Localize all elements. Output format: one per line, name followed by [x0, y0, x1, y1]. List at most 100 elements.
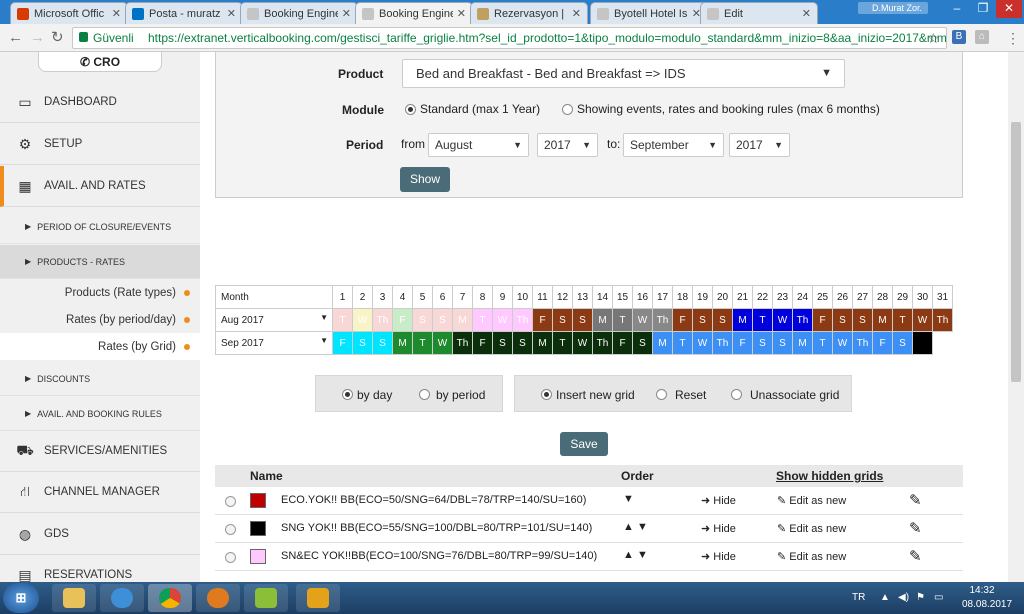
sidebar-rate-link[interactable]: Products (Rate types)	[0, 279, 200, 306]
insert-new-grid-radio[interactable]	[541, 389, 552, 400]
unassociate-grid-radio[interactable]	[731, 389, 742, 400]
from-month-select[interactable]: August ▼	[428, 133, 529, 157]
day-cell[interactable]: W	[352, 308, 373, 332]
edit-as-new-link[interactable]: ✎ Edit as new	[777, 550, 846, 563]
show-hidden-grids-link[interactable]: Show hidden grids	[776, 469, 883, 483]
sidebar-item[interactable]: ▤ RESERVATIONS	[0, 555, 200, 583]
day-cell[interactable]: S	[752, 331, 773, 355]
day-cell[interactable]: Th	[932, 308, 953, 332]
sidebar-rate-link[interactable]: Rates (by period/day)	[0, 306, 200, 333]
url-text[interactable]: https://extranet.verticalbooking.com/ges…	[148, 28, 946, 48]
sidebar-item[interactable]: ▦ AVAIL. AND RATES	[0, 166, 200, 207]
bookmark-star-icon[interactable]: ☆	[927, 28, 940, 48]
sidebar-subitem[interactable]: ▶ PRODUCTS - RATES	[0, 245, 200, 279]
day-cell[interactable]: F	[332, 331, 353, 355]
language-indicator[interactable]: TR	[852, 582, 865, 614]
day-cell[interactable]: S	[892, 331, 913, 355]
day-cell[interactable]: F	[472, 331, 493, 355]
edit-icon[interactable]: ✎	[909, 519, 922, 537]
close-tab-icon[interactable]: ✕	[227, 7, 236, 20]
hide-link[interactable]: ➜ Hide	[701, 494, 736, 507]
day-cell[interactable]: S	[412, 308, 433, 332]
sidebar-item[interactable]: ▭ DASHBOARD	[0, 82, 200, 123]
day-cell[interactable]: S	[712, 308, 733, 332]
browser-tab[interactable]: Booking Engine ✕	[240, 2, 358, 24]
day-cell[interactable]: S	[852, 308, 873, 332]
module-standard-radio[interactable]	[405, 104, 416, 115]
day-cell[interactable]: F	[392, 308, 413, 332]
day-cell[interactable]: S	[832, 308, 853, 332]
extension-icon[interactable]: B	[952, 30, 966, 44]
month-select[interactable]: Aug 2017 ▼	[215, 308, 333, 332]
sidebar-item[interactable]: ⛟ SERVICES/AMENITIES	[0, 431, 200, 472]
day-cell[interactable]: Th	[372, 308, 393, 332]
day-cell[interactable]: T	[472, 308, 493, 332]
grid-select-radio[interactable]	[225, 552, 236, 563]
close-tab-icon[interactable]: ✕	[112, 7, 121, 20]
ie-taskbar-button[interactable]	[100, 584, 144, 612]
media-player-taskbar-button[interactable]	[196, 584, 240, 612]
tray-expand-icon[interactable]: ▲	[880, 582, 890, 614]
day-cell[interactable]: S	[432, 308, 453, 332]
volume-icon[interactable]: ◀)	[898, 582, 909, 614]
maximize-button[interactable]: ❐	[970, 0, 996, 18]
edit-as-new-link[interactable]: ✎ Edit as new	[777, 522, 846, 535]
sidebar-item[interactable]: ◍ GDS	[0, 514, 200, 555]
from-year-select[interactable]: 2017 ▼	[537, 133, 598, 157]
menu-icon[interactable]: ⋮	[1006, 28, 1020, 48]
day-cell[interactable]: T	[412, 331, 433, 355]
day-cell[interactable]: T	[892, 308, 913, 332]
to-year-select[interactable]: 2017 ▼	[729, 133, 790, 157]
browser-tab[interactable]: Microsoft Offic ✕	[10, 2, 128, 24]
day-cell[interactable]: M	[732, 308, 753, 332]
browser-tab[interactable]: Booking Engine ✕	[355, 2, 473, 24]
close-tab-icon[interactable]: ✕	[457, 7, 466, 20]
day-cell[interactable]: F	[812, 308, 833, 332]
day-cell[interactable]: S	[572, 308, 593, 332]
day-cell[interactable]: Th	[712, 331, 733, 355]
day-cell[interactable]: T	[752, 308, 773, 332]
sidebar-subitem[interactable]: ▶ PERIOD OF CLOSURE/EVENTS	[0, 210, 200, 244]
by-day-radio[interactable]	[342, 389, 353, 400]
day-cell[interactable]: M	[652, 331, 673, 355]
by-period-radio[interactable]	[419, 389, 430, 400]
day-cell[interactable]: S	[552, 308, 573, 332]
month-select[interactable]: Sep 2017 ▼	[215, 331, 333, 355]
back-icon[interactable]: ←	[8, 28, 23, 48]
chrome-taskbar-button[interactable]	[148, 584, 192, 612]
reset-radio[interactable]	[656, 389, 667, 400]
hide-link[interactable]: ➜ Hide	[701, 522, 736, 535]
day-cell[interactable]: W	[772, 308, 793, 332]
day-cell[interactable]: S	[632, 331, 653, 355]
close-tab-icon[interactable]: ✕	[802, 7, 811, 20]
edit-icon[interactable]: ✎	[909, 491, 922, 509]
day-cell[interactable]: W	[492, 308, 513, 332]
day-cell[interactable]: T	[552, 331, 573, 355]
grid-select-radio[interactable]	[225, 524, 236, 535]
browser-tab[interactable]: Byotell Hotel Is ✕	[590, 2, 708, 24]
network-icon[interactable]: ▭	[934, 582, 943, 614]
reload-icon[interactable]: ↻	[51, 28, 64, 48]
day-cell[interactable]: T	[612, 308, 633, 332]
day-cell[interactable]: T	[672, 331, 693, 355]
outlook-taskbar-button[interactable]	[296, 584, 340, 612]
day-cell[interactable]: S	[692, 308, 713, 332]
day-cell[interactable]: W	[632, 308, 653, 332]
action-center-icon[interactable]: ⚑	[916, 582, 925, 614]
day-cell[interactable]: F	[872, 331, 893, 355]
day-cell[interactable]: Th	[792, 308, 813, 332]
day-cell[interactable]: Th	[652, 308, 673, 332]
day-cell[interactable]: M	[872, 308, 893, 332]
explorer-taskbar-button[interactable]	[52, 584, 96, 612]
browser-tab[interactable]: Edit ✕	[700, 2, 818, 24]
sidebar-item[interactable]: ⛙ CHANNEL MANAGER	[0, 472, 200, 513]
close-tab-icon[interactable]: ✕	[342, 7, 351, 20]
day-cell[interactable]: M	[452, 308, 473, 332]
sidebar-subitem[interactable]: ▶ AVAIL. AND BOOKING RULES	[0, 397, 200, 431]
cro-button[interactable]: ✆ CRO	[38, 52, 162, 72]
day-cell[interactable]: M	[532, 331, 553, 355]
day-cell[interactable]: W	[572, 331, 593, 355]
day-cell[interactable]: F	[732, 331, 753, 355]
module-events-radio[interactable]	[562, 104, 573, 115]
extension-icon[interactable]: ⌂	[975, 30, 989, 44]
